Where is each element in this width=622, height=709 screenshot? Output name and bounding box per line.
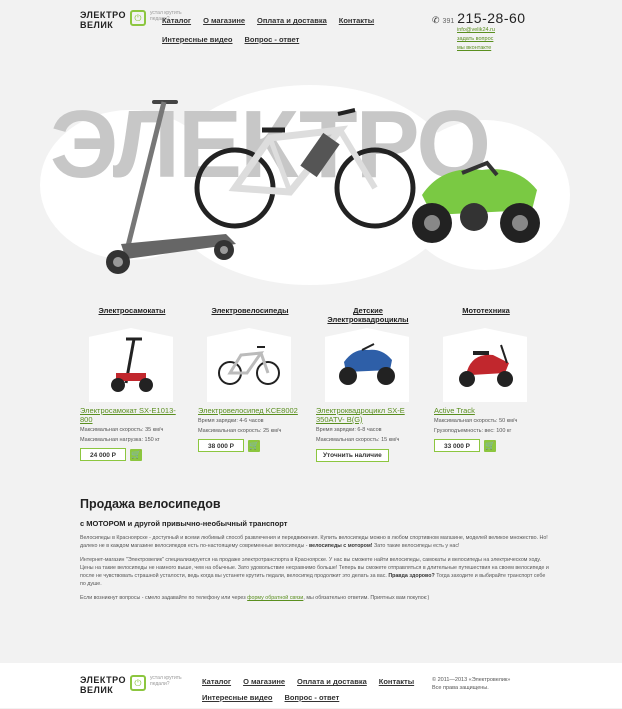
copyright-text: © 2011—2013 «Электровелик» bbox=[432, 677, 511, 683]
paragraph-bold: Правда здорово? bbox=[388, 573, 435, 579]
moped-image bbox=[459, 344, 513, 387]
hero-banner: ЭЛЕКТРО bbox=[0, 80, 622, 290]
category-ebikes: Электровелосипеды Электровелосипед KCE80… bbox=[198, 306, 302, 452]
footer-nav-about[interactable]: О магазине bbox=[243, 677, 285, 686]
logo-text: ЭЛЕКТРО ВЕЛИК bbox=[80, 675, 126, 695]
vk-link[interactable]: мы вконтакте bbox=[457, 44, 526, 53]
product-name-link[interactable]: Электроквадроцикл SX-E 350ATV- B(G) bbox=[316, 406, 420, 424]
category-title[interactable]: Электросамокаты bbox=[80, 306, 184, 328]
seo-article: Продажа велосипедов с МОТОРОМ и другой п… bbox=[80, 497, 550, 602]
product-name-link[interactable]: Электросамокат SX-E1013-800 bbox=[80, 406, 184, 424]
ask-question-link[interactable]: задать вопрос bbox=[457, 35, 526, 44]
price-row: 38 000 Р 🛒 bbox=[198, 439, 302, 452]
footer-nav: Каталог О магазине Оплата и доставка Кон… bbox=[202, 677, 422, 709]
feedback-form-link[interactable]: форму обратной связи bbox=[247, 595, 303, 601]
email-link[interactable]: info@velik24.ru bbox=[457, 26, 526, 35]
cart-icon[interactable]: 🛒 bbox=[130, 448, 142, 461]
category-moto: Мототехника Active Track Максимальная ск… bbox=[434, 306, 538, 452]
product-spec: Грузоподъемность: вес: 100 кг bbox=[434, 428, 512, 434]
price-row: 24 000 Р 🛒 bbox=[80, 448, 184, 461]
contacts: ✆ 391 215-28-60 info@velik24.ru задать в… bbox=[432, 10, 526, 53]
logo-line2: ВЕЛИК bbox=[80, 20, 114, 30]
product-spec: Максимальная скорость: 35 км/ч bbox=[80, 427, 164, 433]
phone-icon: ✆ bbox=[432, 15, 440, 25]
phone: ✆ 391 215-28-60 bbox=[432, 10, 526, 26]
article-title: Продажа велосипедов bbox=[80, 497, 221, 511]
price-row: 33 000 Р 🛒 bbox=[434, 439, 538, 452]
plug-icon: ⏻ bbox=[129, 675, 146, 691]
category-scooters: Электросамокаты Электросамокат SX-E1013-… bbox=[80, 306, 184, 461]
price-tag: 24 000 Р bbox=[80, 448, 126, 461]
product-spec: Максимальная нагрузка: 150 кг bbox=[80, 437, 160, 443]
paragraph-bold: велосипеды с мотором! bbox=[309, 543, 373, 549]
nav-catalog[interactable]: Каталог bbox=[162, 16, 191, 25]
atv-image bbox=[412, 160, 540, 243]
bicycle-image bbox=[194, 108, 416, 229]
paragraph-text: Если возникнут вопросы - смело задавайте… bbox=[80, 595, 246, 601]
article-paragraph: Велосипеды в Красноярске - доступный и в… bbox=[80, 534, 550, 550]
logo-line1: ЭЛЕКТРО bbox=[80, 10, 126, 20]
product-name-link[interactable]: Active Track bbox=[434, 406, 538, 415]
footer-nav-faq[interactable]: Вопрос - ответ bbox=[285, 693, 340, 702]
nav-delivery[interactable]: Оплата и доставка bbox=[257, 16, 327, 25]
article-subtitle: с МОТОРОМ и другой привычно-необычный тр… bbox=[80, 519, 288, 528]
footer-nav-videos[interactable]: Интересные видео bbox=[202, 693, 273, 702]
footer: ЭЛЕКТРО ВЕЛИК ⏻ устал крутить педали? Ка… bbox=[0, 663, 622, 708]
product-image-card[interactable] bbox=[89, 328, 173, 402]
product-spec: Время зарядки: 6-8 часов bbox=[316, 427, 382, 433]
phone-code: 391 bbox=[442, 18, 455, 25]
article-paragraph: Если возникнут вопросы - смело задавайте… bbox=[80, 594, 550, 602]
paragraph-text: Зато такие велосипеды есть у нас! bbox=[374, 543, 460, 549]
footer-nav-catalog[interactable]: Каталог bbox=[202, 677, 231, 686]
nav-faq[interactable]: Вопрос - ответ bbox=[245, 35, 300, 44]
cart-icon[interactable]: 🛒 bbox=[248, 439, 260, 452]
copyright: © 2011—2013 «Электровелик» Все права защ… bbox=[432, 676, 510, 692]
check-availability-button[interactable]: Уточнить наличие bbox=[316, 449, 389, 462]
article-paragraph: Интернет-магазин "Электровелик" специали… bbox=[80, 556, 550, 588]
footer-nav-contacts[interactable]: Контакты bbox=[379, 677, 414, 686]
folding-bike-image bbox=[218, 346, 280, 385]
product-image-card[interactable] bbox=[443, 328, 527, 402]
header: ЭЛЕКТРО ВЕЛИК ⏻ устал крутить педали? Ка… bbox=[0, 0, 622, 80]
nav-about[interactable]: О магазине bbox=[203, 16, 245, 25]
product-spec: Максимальная скорость: 25 км/ч bbox=[198, 428, 282, 434]
main-nav: Каталог О магазине Оплата и доставка Кон… bbox=[162, 16, 392, 54]
price-tag: 33 000 Р bbox=[434, 439, 480, 452]
product-image-card[interactable] bbox=[207, 328, 291, 402]
footer-logo[interactable]: ЭЛЕКТРО ВЕЛИК ⏻ устал крутить педали? bbox=[80, 675, 184, 695]
atv-image bbox=[339, 343, 395, 385]
category-title[interactable]: Мототехника bbox=[434, 306, 538, 328]
logo-line1: ЭЛЕКТРО bbox=[80, 675, 126, 685]
scooter-image bbox=[111, 337, 153, 392]
cart-icon[interactable]: 🛒 bbox=[484, 439, 496, 452]
logo-tagline: устал крутить педали? bbox=[149, 675, 182, 687]
category-title[interactable]: Электровелосипеды bbox=[198, 306, 302, 328]
price-tag: 38 000 Р bbox=[198, 439, 244, 452]
rights-text: Все права защищены. bbox=[432, 685, 489, 691]
product-spec: Максимальная скорость: 50 км/ч bbox=[434, 418, 518, 424]
plug-icon: ⏻ bbox=[129, 10, 146, 26]
phone-number: 215-28-60 bbox=[457, 10, 526, 26]
product-image-card[interactable] bbox=[325, 328, 409, 402]
logo-text: ЭЛЕКТРО ВЕЛИК bbox=[80, 10, 126, 30]
nav-contacts[interactable]: Контакты bbox=[339, 16, 374, 25]
category-title[interactable]: Детские Электроквадроциклы bbox=[316, 306, 420, 328]
product-name-link[interactable]: Электровелосипед KCE8002 bbox=[198, 406, 302, 415]
logo-line2: ВЕЛИК bbox=[80, 685, 114, 695]
nav-videos[interactable]: Интересные видео bbox=[162, 35, 233, 44]
category-kids-atv: Детские Электроквадроциклы Электроквадро… bbox=[316, 306, 420, 462]
product-spec: Время зарядки: 4-6 часов bbox=[198, 418, 264, 424]
product-spec: Максимальная скорость: 15 км/ч bbox=[316, 437, 400, 443]
paragraph-text: , мы обязательно ответим. Приятных вам п… bbox=[303, 595, 430, 601]
page: ЭЛЕКТРО ВЕЛИК ⏻ устал крутить педали? Ка… bbox=[0, 0, 622, 708]
footer-nav-delivery[interactable]: Оплата и доставка bbox=[297, 677, 367, 686]
